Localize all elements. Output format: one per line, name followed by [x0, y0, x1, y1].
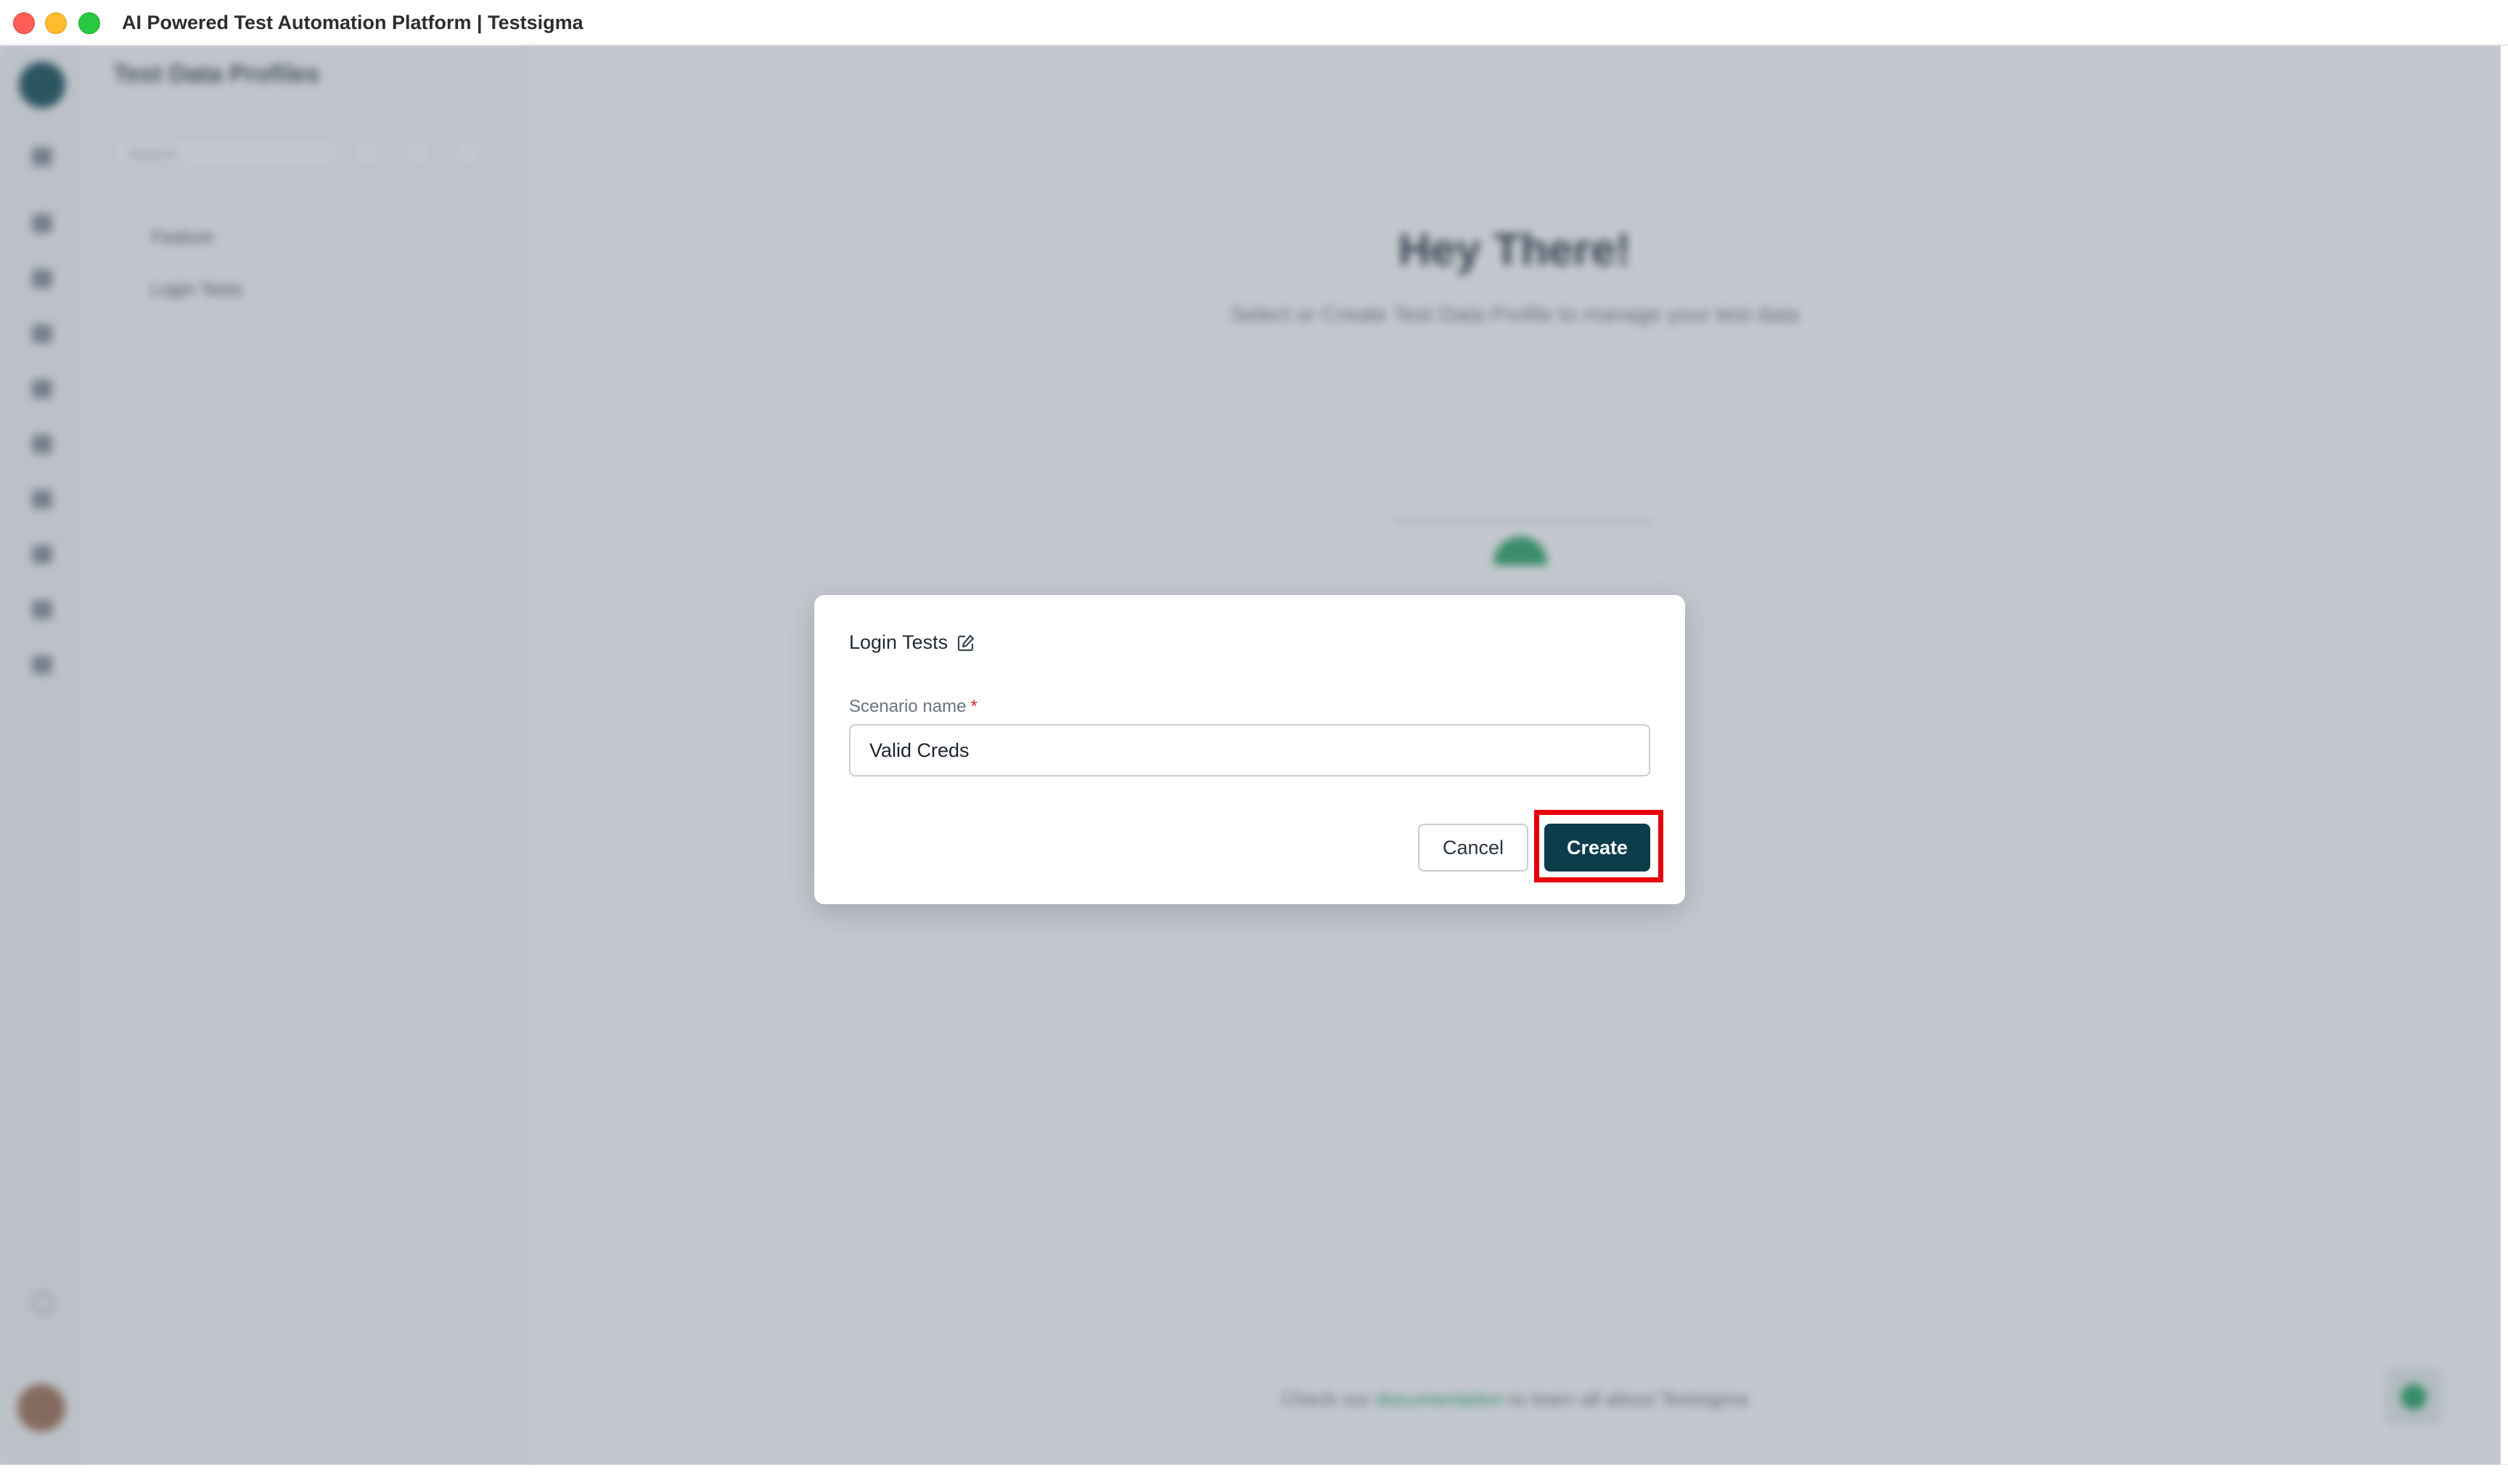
window-title: AI Powered Test Automation Platform | Te…: [122, 12, 583, 33]
required-indicator: *: [970, 697, 978, 716]
create-scenario-dialog: Login Tests Scenario name* Cancel Create: [814, 595, 1685, 904]
edit-icon[interactable]: [956, 634, 975, 652]
dialog-title: Login Tests: [849, 631, 948, 653]
window-titlebar: AI Powered Test Automation Platform | Te…: [0, 0, 2508, 46]
minimize-window-button[interactable]: [45, 12, 67, 34]
create-button-highlight: [1534, 810, 1663, 882]
scenario-name-input[interactable]: [849, 724, 1650, 776]
dialog-header: Login Tests: [849, 631, 975, 654]
scenario-name-label: Scenario name *: [849, 697, 978, 717]
close-window-button[interactable]: [13, 12, 35, 34]
cancel-button[interactable]: Cancel: [1418, 824, 1528, 872]
scenario-name-label-text: Scenario name: [849, 697, 967, 716]
window-bottom-edge: [0, 1464, 2508, 1484]
zoom-window-button[interactable]: [78, 12, 100, 34]
